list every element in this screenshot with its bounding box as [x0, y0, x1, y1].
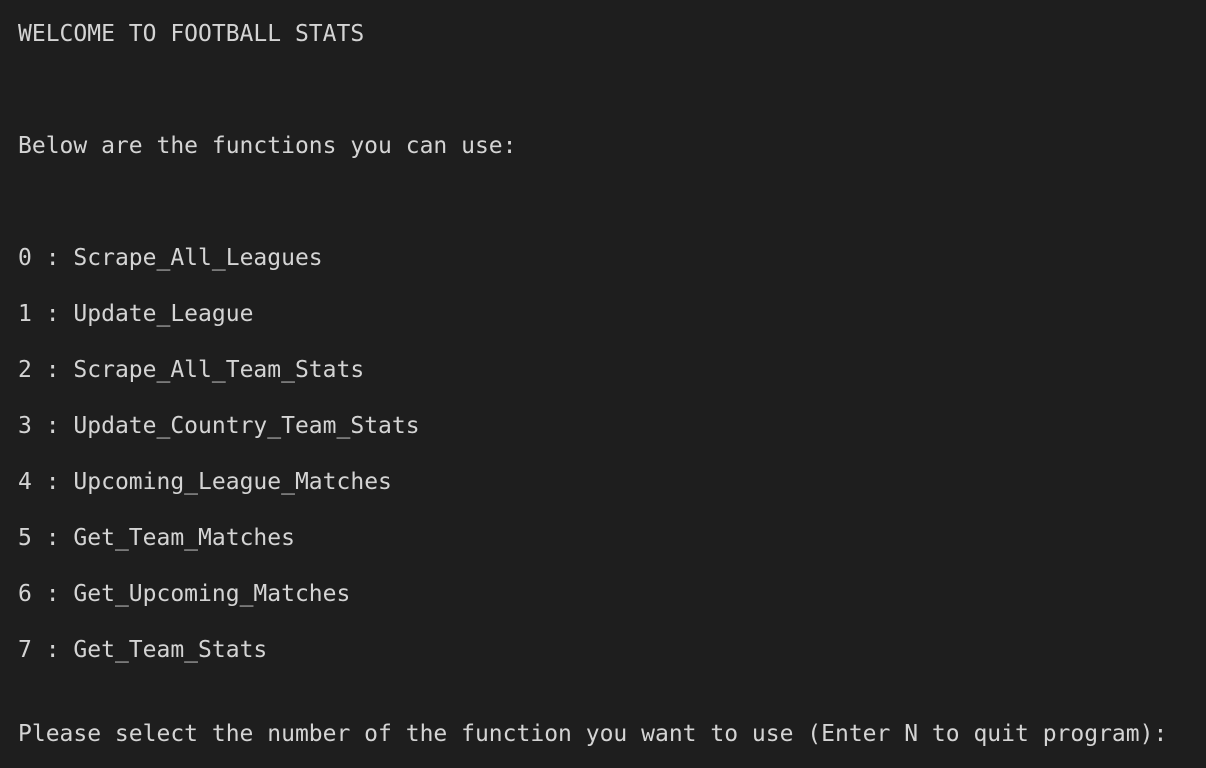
- function-separator: :: [31, 525, 74, 551]
- function-item-7: 7 : Get_Team_Stats: [18, 636, 267, 664]
- function-number: 6: [18, 581, 32, 607]
- function-name: Get_Team_Matches: [73, 525, 295, 551]
- function-number: 1: [18, 301, 32, 327]
- function-name: Scrape_All_Team_Stats: [73, 357, 365, 383]
- function-separator: :: [31, 581, 74, 607]
- function-item-5: 5 : Get_Team_Matches: [18, 524, 295, 552]
- welcome-title: WELCOME TO FOOTBALL STATS: [18, 21, 365, 47]
- function-name: Update_League: [73, 301, 254, 327]
- function-item-6: 6 : Get_Upcoming_Matches: [18, 580, 350, 608]
- function-name: Get_Upcoming_Matches: [73, 581, 351, 607]
- function-separator: :: [31, 469, 74, 495]
- function-separator: :: [31, 357, 74, 383]
- function-item-4: 4 : Upcoming_League_Matches: [18, 468, 392, 496]
- function-item-3: 3 : Update_Country_Team_Stats: [18, 412, 420, 440]
- selection-prompt-text: Please select the number of the function…: [18, 721, 1168, 747]
- function-number: 7: [18, 637, 32, 663]
- function-separator: :: [31, 245, 74, 271]
- function-name: Update_Country_Team_Stats: [73, 413, 420, 439]
- terminal-window[interactable]: WELCOME TO FOOTBALL STATS Below are the …: [0, 0, 1206, 768]
- function-separator: :: [31, 637, 74, 663]
- function-number: 5: [18, 525, 32, 551]
- function-number: 4: [18, 469, 32, 495]
- function-number: 3: [18, 413, 32, 439]
- function-name: Scrape_All_Leagues: [73, 245, 323, 271]
- function-name: Upcoming_League_Matches: [73, 469, 392, 495]
- function-item-0: 0 : Scrape_All_Leagues: [18, 244, 323, 272]
- function-separator: :: [31, 413, 74, 439]
- function-name: Get_Team_Stats: [73, 637, 268, 663]
- function-number: 0: [18, 245, 32, 271]
- selection-prompt-line[interactable]: Please select the number of the function…: [18, 720, 1179, 748]
- functions-intro-text: Below are the functions you can use:: [18, 133, 517, 159]
- function-number: 2: [18, 357, 32, 383]
- function-separator: :: [31, 301, 74, 327]
- function-item-2: 2 : Scrape_All_Team_Stats: [18, 356, 364, 384]
- function-item-1: 1 : Update_League: [18, 300, 253, 328]
